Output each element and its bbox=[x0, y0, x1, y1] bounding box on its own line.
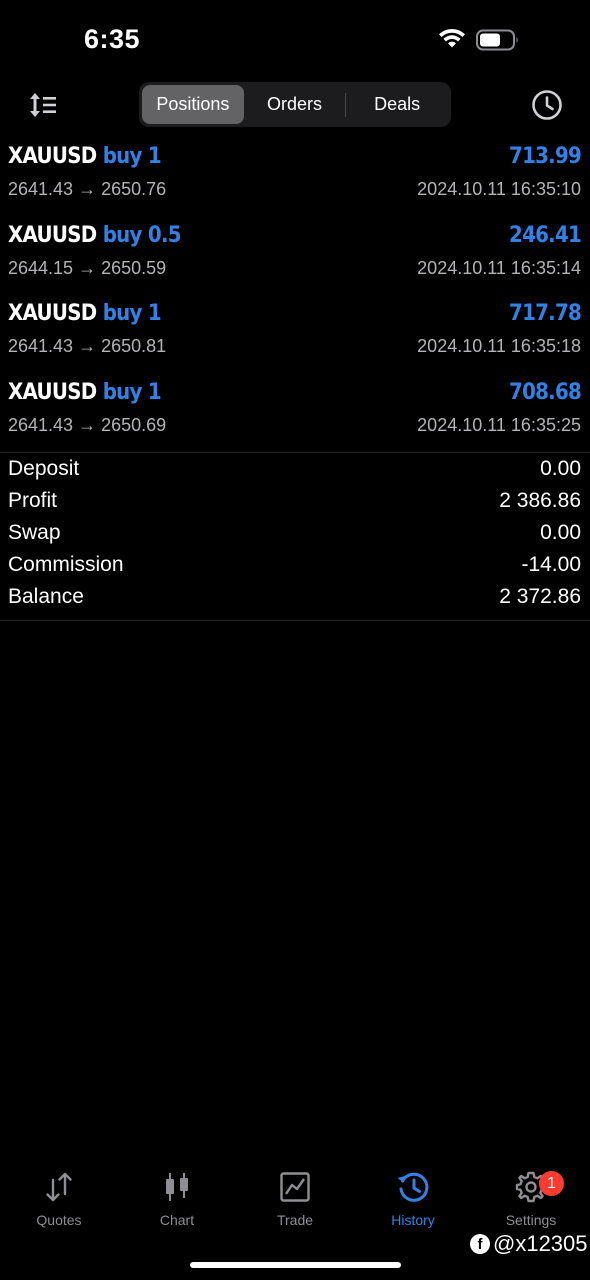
quotes-icon bbox=[46, 1172, 72, 1202]
position-row[interactable]: XAUUSD buy 1 717.78 2641.43 → 2650.81 20… bbox=[0, 295, 590, 374]
tab-trade[interactable]: Trade bbox=[236, 1170, 354, 1228]
status-time: 6:35 bbox=[84, 24, 141, 54]
tab-orders[interactable]: Orders bbox=[244, 85, 346, 124]
tab-chart[interactable]: Chart bbox=[118, 1170, 236, 1228]
position-symbol: XAUUSD bbox=[8, 301, 97, 326]
summary-section: Deposit 0.00 Profit 2 386.86 Swap 0.00 C… bbox=[0, 448, 590, 608]
tab-label: Trade bbox=[276, 1212, 314, 1228]
position-prices: 2641.43 → 2650.81 bbox=[8, 336, 167, 356]
position-profit: 708.68 bbox=[508, 379, 582, 405]
position-profit: 246.41 bbox=[508, 222, 582, 248]
position-prices: 2641.43 → 2650.76 bbox=[8, 179, 167, 199]
position-title: XAUUSD buy 0.5 bbox=[8, 222, 182, 248]
position-prices: 2644.15 → 2650.59 bbox=[8, 257, 167, 278]
summary-label: Swap bbox=[8, 521, 61, 544]
tab-label: Chart bbox=[159, 1212, 195, 1228]
position-time: 2024.10.11 16:35:10 bbox=[417, 179, 581, 199]
summary-label: Balance bbox=[8, 585, 84, 608]
position-prices: 2641.43 → 2650.69 bbox=[8, 414, 167, 435]
position-symbol: XAUUSD bbox=[8, 222, 97, 248]
position-title: XAUUSD buy 1 bbox=[8, 144, 162, 169]
summary-row-balance: Balance 2 372.86 bbox=[0, 576, 590, 608]
tab-positions[interactable]: Positions bbox=[142, 85, 244, 124]
trade-icon bbox=[280, 1172, 310, 1202]
summary-value: 2 386.86 bbox=[499, 489, 581, 512]
summary-row-swap: Swap 0.00 bbox=[0, 512, 590, 544]
position-row[interactable]: XAUUSD buy 0.5 246.41 2644.15 → 2650.59 … bbox=[0, 217, 590, 296]
wifi-icon bbox=[439, 28, 465, 48]
summary-value: -14.00 bbox=[521, 553, 581, 576]
summary-label: Deposit bbox=[8, 457, 80, 480]
summary-value: 0.00 bbox=[540, 521, 581, 544]
facebook-icon: f bbox=[470, 1234, 490, 1254]
sort-icon[interactable] bbox=[28, 90, 60, 120]
summary-label: Profit bbox=[8, 489, 58, 512]
home-indicator bbox=[190, 1262, 401, 1268]
summary-divider bbox=[0, 620, 590, 621]
summary-row-commission: Commission -14.00 bbox=[0, 544, 590, 576]
summary-row-profit: Profit 2 386.86 bbox=[0, 480, 590, 512]
position-symbol: XAUUSD bbox=[8, 379, 97, 405]
history-icon bbox=[397, 1172, 429, 1202]
positions-list: XAUUSD buy 1 713.99 2641.43 → 2650.76 20… bbox=[0, 138, 590, 453]
position-row[interactable]: XAUUSD buy 1 713.99 2641.43 → 2650.76 20… bbox=[0, 138, 590, 217]
watermark: f @x12305 bbox=[470, 1231, 588, 1257]
summary-value: 0.00 bbox=[540, 457, 581, 480]
tab-label: Quotes bbox=[36, 1212, 82, 1228]
position-time: 2024.10.11 16:35:14 bbox=[417, 257, 581, 278]
position-profit: 713.99 bbox=[508, 144, 582, 169]
position-row[interactable]: XAUUSD buy 1 708.68 2641.43 → 2650.69 20… bbox=[0, 374, 590, 453]
position-profit: 717.78 bbox=[508, 301, 582, 326]
tab-label: History bbox=[391, 1212, 435, 1228]
position-type: buy 0.5 bbox=[102, 222, 182, 248]
position-title: XAUUSD buy 1 bbox=[8, 301, 162, 326]
summary-row-deposit: Deposit 0.00 bbox=[0, 448, 590, 480]
battery-icon bbox=[476, 29, 518, 51]
tab-history[interactable]: History bbox=[354, 1170, 472, 1228]
history-segmented-control: Positions Orders Deals bbox=[139, 82, 451, 127]
position-time: 2024.10.11 16:35:25 bbox=[417, 414, 581, 435]
history-header: Positions Orders Deals bbox=[0, 82, 590, 128]
position-type: buy 1 bbox=[102, 144, 162, 169]
chart-icon bbox=[166, 1173, 188, 1201]
tab-deals[interactable]: Deals bbox=[346, 85, 448, 124]
tab-bar: Quotes Chart Trade History 1 Settings bbox=[0, 1170, 590, 1240]
clock-icon[interactable] bbox=[530, 88, 564, 122]
status-bar: 6:35 bbox=[0, 0, 590, 80]
position-type: buy 1 bbox=[102, 379, 162, 405]
position-symbol: XAUUSD bbox=[8, 144, 97, 169]
position-type: buy 1 bbox=[102, 301, 162, 326]
position-title: XAUUSD buy 1 bbox=[8, 379, 162, 405]
summary-value: 2 372.86 bbox=[499, 585, 581, 608]
summary-label: Commission bbox=[8, 553, 124, 576]
tab-quotes[interactable]: Quotes bbox=[0, 1170, 118, 1228]
notification-badge: 1 bbox=[539, 1171, 564, 1196]
watermark-text: @x12305 bbox=[493, 1231, 588, 1256]
tab-label: Settings bbox=[505, 1212, 557, 1228]
tab-settings[interactable]: 1 Settings bbox=[472, 1170, 590, 1228]
position-time: 2024.10.11 16:35:18 bbox=[417, 336, 581, 356]
